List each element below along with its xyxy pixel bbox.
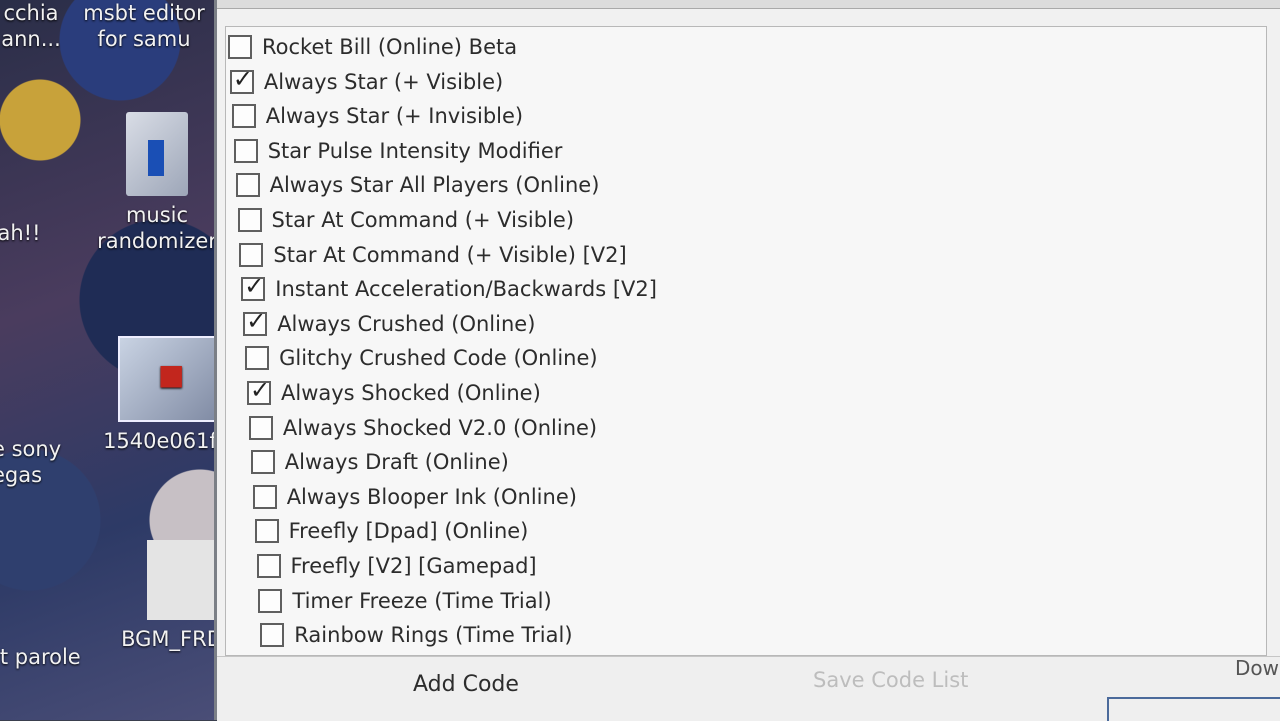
code-label: Always Star (+ Visible) <box>263 69 504 94</box>
code-checklist[interactable]: Rocket Bill (Online) Beta Always Star (+ … <box>225 26 1267 656</box>
code-checkbox[interactable] <box>229 65 254 94</box>
code-checkbox[interactable] <box>233 138 258 163</box>
input-field-edge[interactable] <box>1107 697 1280 721</box>
code-row[interactable]: Always Draft (Online) <box>250 446 509 478</box>
code-label: Timer Freeze (Time Trial) <box>292 588 552 613</box>
code-checkbox[interactable] <box>252 484 277 509</box>
desktop-icon-msbt-editor[interactable]: msbt editor for samu <box>74 0 214 52</box>
desktop-icon-cchia[interactable]: cchia ann... <box>0 0 64 52</box>
code-checkbox[interactable] <box>245 346 270 371</box>
code-checkbox[interactable] <box>258 588 283 613</box>
desktop-icon-label: msbt editor for samu <box>83 1 205 51</box>
code-checkbox[interactable] <box>228 35 252 59</box>
code-checkbox[interactable] <box>239 242 264 267</box>
code-checkbox[interactable] <box>247 376 271 405</box>
desktop-icon-ah[interactable]: ah!! <box>0 220 44 246</box>
code-row[interactable]: Star At Command (+ Visible) <box>237 204 575 236</box>
code-label: Star At Command (+ Visible) [V2] <box>273 242 627 267</box>
folder-icon <box>126 112 188 196</box>
code-label: Always Blooper Ink (Online) <box>286 484 577 509</box>
code-row[interactable]: Always Shocked (Online) <box>247 376 541 409</box>
code-row[interactable]: Freefly [Dpad] (Online) <box>254 515 529 547</box>
code-row[interactable]: Rocket Bill (Online) Beta <box>228 31 517 63</box>
code-label: Always Draft (Online) <box>284 450 509 475</box>
code-checkbox[interactable] <box>248 415 273 440</box>
code-row[interactable]: Always Crushed (Online) <box>243 307 536 340</box>
desktop-icon-parole[interactable]: it parole <box>0 644 94 670</box>
code-label: Star Pulse Intensity Modifier <box>267 138 563 163</box>
image-thumbnail-icon <box>118 336 222 422</box>
code-row[interactable]: Rainbow Rings (Time Trial) <box>260 619 573 651</box>
bottom-toolbar: Add Code Save Code List Down <box>217 656 1280 721</box>
code-row[interactable]: Always Star (+ Invisible) <box>231 100 524 132</box>
code-label: Always Star All Players (Online) <box>269 173 600 198</box>
code-row[interactable]: Always Blooper Ink (Online) <box>252 481 577 513</box>
desktop-icon-label: ah!! <box>0 221 41 245</box>
code-checkbox[interactable] <box>243 307 268 336</box>
code-checkbox[interactable] <box>250 450 275 475</box>
code-label: Instant Acceleration/Backwards [V2] <box>275 277 657 302</box>
code-row[interactable]: Glitchy Crushed Code (Online) <box>245 342 598 374</box>
code-row[interactable]: Star Pulse Intensity Modifier <box>233 135 563 167</box>
window-top-border <box>217 0 1280 9</box>
code-row[interactable]: Always Star (+ Visible) <box>229 65 504 98</box>
code-checkbox[interactable] <box>237 208 262 232</box>
down-button[interactable]: Down <box>1229 655 1280 681</box>
code-row[interactable]: Always Star All Players (Online) <box>235 169 600 201</box>
code-label: Rocket Bill (Online) Beta <box>262 35 518 59</box>
code-checkbox[interactable] <box>235 173 260 198</box>
desktop-icon-music-randomizer[interactable]: music randomizer <box>92 112 222 254</box>
desktop-icon-label: cchia ann... <box>1 1 61 51</box>
desktop-icon-sony-vegas[interactable]: e sony egas <box>0 436 72 488</box>
code-checkbox[interactable] <box>254 519 279 544</box>
code-label: Always Crushed (Online) <box>277 311 536 336</box>
add-code-button[interactable]: Add Code <box>407 671 525 698</box>
code-checkbox[interactable] <box>241 272 266 302</box>
code-checkbox[interactable] <box>231 104 256 129</box>
code-checkbox[interactable] <box>256 554 281 578</box>
code-row[interactable]: Freefly [V2] [Gamepad] <box>256 550 537 582</box>
file-icon <box>147 540 217 620</box>
code-label: Always Star (+ Invisible) <box>265 104 524 129</box>
code-row[interactable]: Always Shocked V2.0 (Online) <box>248 412 598 444</box>
code-label: Freefly [Dpad] (Online) <box>288 519 529 544</box>
desktop-icon-label: it parole <box>0 645 81 669</box>
code-row[interactable]: Timer Freeze (Time Trial) <box>258 585 552 617</box>
desktop-icon-label: e sony egas <box>0 437 62 487</box>
code-label: Star At Command (+ Visible) <box>271 208 575 232</box>
code-label: Always Shocked (Online) <box>281 381 541 405</box>
code-label: Rainbow Rings (Time Trial) <box>294 623 573 648</box>
code-row[interactable]: Star At Command (+ Visible) [V2] <box>239 239 627 271</box>
code-manager-window: Rocket Bill (Online) Beta Always Star (+ … <box>214 0 1280 721</box>
code-label: Freefly [V2] [Gamepad] <box>290 554 537 578</box>
code-checkbox[interactable] <box>260 623 285 648</box>
code-label: Glitchy Crushed Code (Online) <box>279 346 598 371</box>
desktop-icon-label: music randomizer <box>97 203 217 253</box>
save-code-list-button[interactable]: Save Code List <box>807 667 974 693</box>
code-row[interactable]: Instant Acceleration/Backwards [V2] <box>241 272 657 305</box>
code-label: Always Shocked V2.0 (Online) <box>282 415 598 440</box>
